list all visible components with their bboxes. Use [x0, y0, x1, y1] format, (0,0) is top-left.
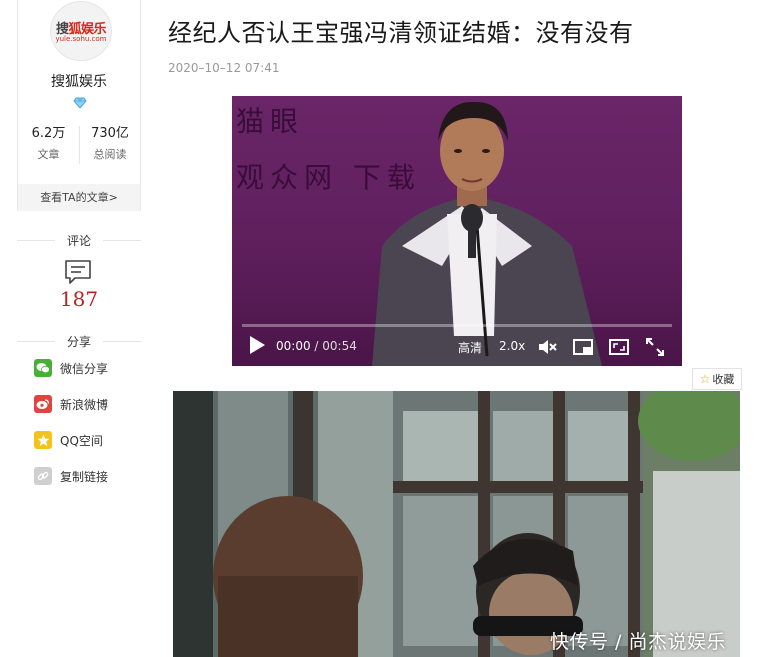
- author-logo[interactable]: 搜狐娱乐 yule.sohu.com: [50, 1, 112, 61]
- favorite-label: 收藏: [712, 373, 735, 386]
- stat-total-reads: 730亿 总阅读: [79, 126, 140, 164]
- copy-link-button[interactable]: 复制链接: [34, 466, 108, 486]
- image-watermark: 快传号 / 尚杰说娱乐: [550, 631, 726, 653]
- share-wechat-button[interactable]: 微信分享: [34, 358, 108, 378]
- weibo-icon: [34, 395, 52, 413]
- video-time-separator: /: [310, 339, 323, 353]
- wechat-icon: [34, 359, 52, 377]
- star-icon: ☆: [699, 372, 711, 386]
- article-timestamp: 2020–10–12 07:41: [168, 61, 280, 75]
- share-weibo-button[interactable]: 新浪微博: [34, 394, 108, 414]
- author-name[interactable]: 搜狐娱乐: [18, 71, 140, 91]
- video-speed-button[interactable]: 2.0x: [499, 339, 525, 353]
- share-label: 新浪微博: [60, 397, 109, 412]
- share-label: QQ空间: [60, 433, 103, 448]
- comments-title: 评论: [17, 232, 141, 249]
- video-quality-button[interactable]: 高清: [458, 339, 482, 356]
- video-progress-bar[interactable]: [242, 324, 672, 327]
- article-photo: [173, 391, 740, 657]
- fullscreen-icon[interactable]: [644, 336, 666, 358]
- photo-scene: [173, 391, 740, 657]
- qzone-star-icon: [34, 431, 52, 449]
- video-duration: 00:54: [322, 339, 357, 353]
- diamond-verified-icon: [73, 97, 87, 109]
- stat-value: 6.2万: [31, 126, 66, 141]
- stat-label: 文章: [37, 148, 60, 161]
- video-current-time: 00:00: [276, 339, 311, 353]
- web-fullscreen-icon[interactable]: [608, 336, 630, 358]
- logo-subtext: yule.sohu.com: [55, 35, 107, 43]
- share-title: 分享: [17, 333, 141, 350]
- stat-value: 730亿: [91, 126, 129, 141]
- video-controls: 00:00 / 00:54 高清 2.0x: [232, 332, 682, 362]
- stat-label: 总阅读: [93, 148, 127, 161]
- comment-icon[interactable]: [64, 259, 92, 285]
- author-card: 搜狐娱乐 yule.sohu.com 搜狐娱乐 6.2万 文章 730亿 总阅读…: [17, 0, 141, 211]
- article-title: 经纪人否认王宝强冯清领证结婚：没有没有: [168, 19, 634, 47]
- comment-count[interactable]: 187: [17, 287, 141, 311]
- favorite-button[interactable]: ☆ 收藏: [692, 368, 742, 390]
- share-label: 复制链接: [60, 469, 109, 484]
- view-author-articles-link[interactable]: 查看TA的文章>: [18, 184, 140, 211]
- share-label: 微信分享: [60, 361, 109, 376]
- play-icon[interactable]: [250, 336, 265, 354]
- mute-icon[interactable]: [536, 336, 558, 358]
- share-qzone-button[interactable]: QQ空间: [34, 430, 103, 450]
- stat-articles: 6.2万 文章: [18, 126, 79, 162]
- picture-in-picture-icon[interactable]: [572, 336, 594, 358]
- link-icon: [34, 467, 52, 485]
- video-player[interactable]: 猫眼 观众网 下载 00:00 / 00:54 高清 2.0x: [232, 96, 682, 366]
- video-time: 00:00 / 00:54: [276, 339, 357, 353]
